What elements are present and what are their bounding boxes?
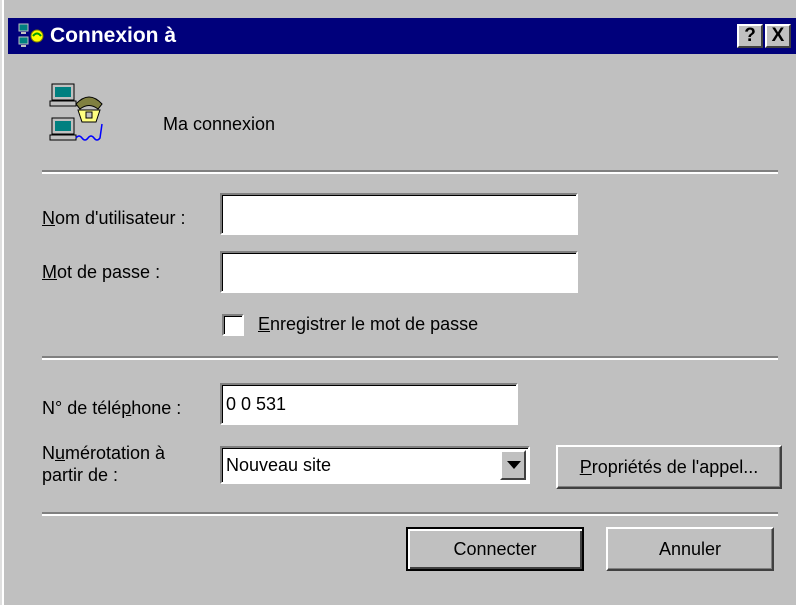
title-bar[interactable]: Connexion à ? X bbox=[8, 18, 796, 54]
separator bbox=[42, 512, 778, 516]
chevron-down-icon bbox=[507, 461, 521, 469]
cancel-button[interactable]: Annuler bbox=[606, 527, 774, 571]
save-password-label[interactable]: Enregistrer le mot de passe bbox=[258, 314, 478, 335]
username-field[interactable] bbox=[220, 193, 578, 235]
dial-up-networking-icon bbox=[18, 23, 44, 47]
save-password-checkbox[interactable] bbox=[222, 314, 244, 336]
help-icon: ? bbox=[744, 25, 756, 46]
dropdown-arrow-button[interactable] bbox=[500, 450, 526, 480]
phone-number-field[interactable]: 0 0 531 bbox=[220, 383, 518, 425]
separator bbox=[42, 356, 778, 360]
password-label: Mot de passe : bbox=[42, 262, 161, 282]
window-frame bbox=[0, 0, 8, 605]
window-title: Connexion à bbox=[50, 24, 177, 47]
close-button[interactable]: X bbox=[765, 24, 791, 48]
separator bbox=[42, 170, 778, 174]
dial-up-computers-phone-icon bbox=[49, 83, 103, 141]
close-icon: X bbox=[771, 25, 785, 46]
dial-from-dropdown[interactable]: Nouveau site bbox=[220, 446, 530, 484]
username-label: Nom d'utilisateur : bbox=[42, 208, 186, 228]
dial-from-label: Numérotation à partir de : bbox=[42, 443, 166, 485]
phone-label: N° de téléphone : bbox=[42, 398, 182, 418]
connection-dialog: Connexion à ? X Ma connexion Nom d'utili… bbox=[0, 0, 796, 605]
help-button[interactable]: ? bbox=[737, 24, 763, 48]
connect-button[interactable]: Connecter bbox=[406, 527, 584, 571]
dial-properties-button[interactable]: Propriétés de l'appel... bbox=[556, 445, 782, 489]
connection-name: Ma connexion bbox=[163, 114, 276, 134]
password-field[interactable] bbox=[220, 251, 578, 293]
